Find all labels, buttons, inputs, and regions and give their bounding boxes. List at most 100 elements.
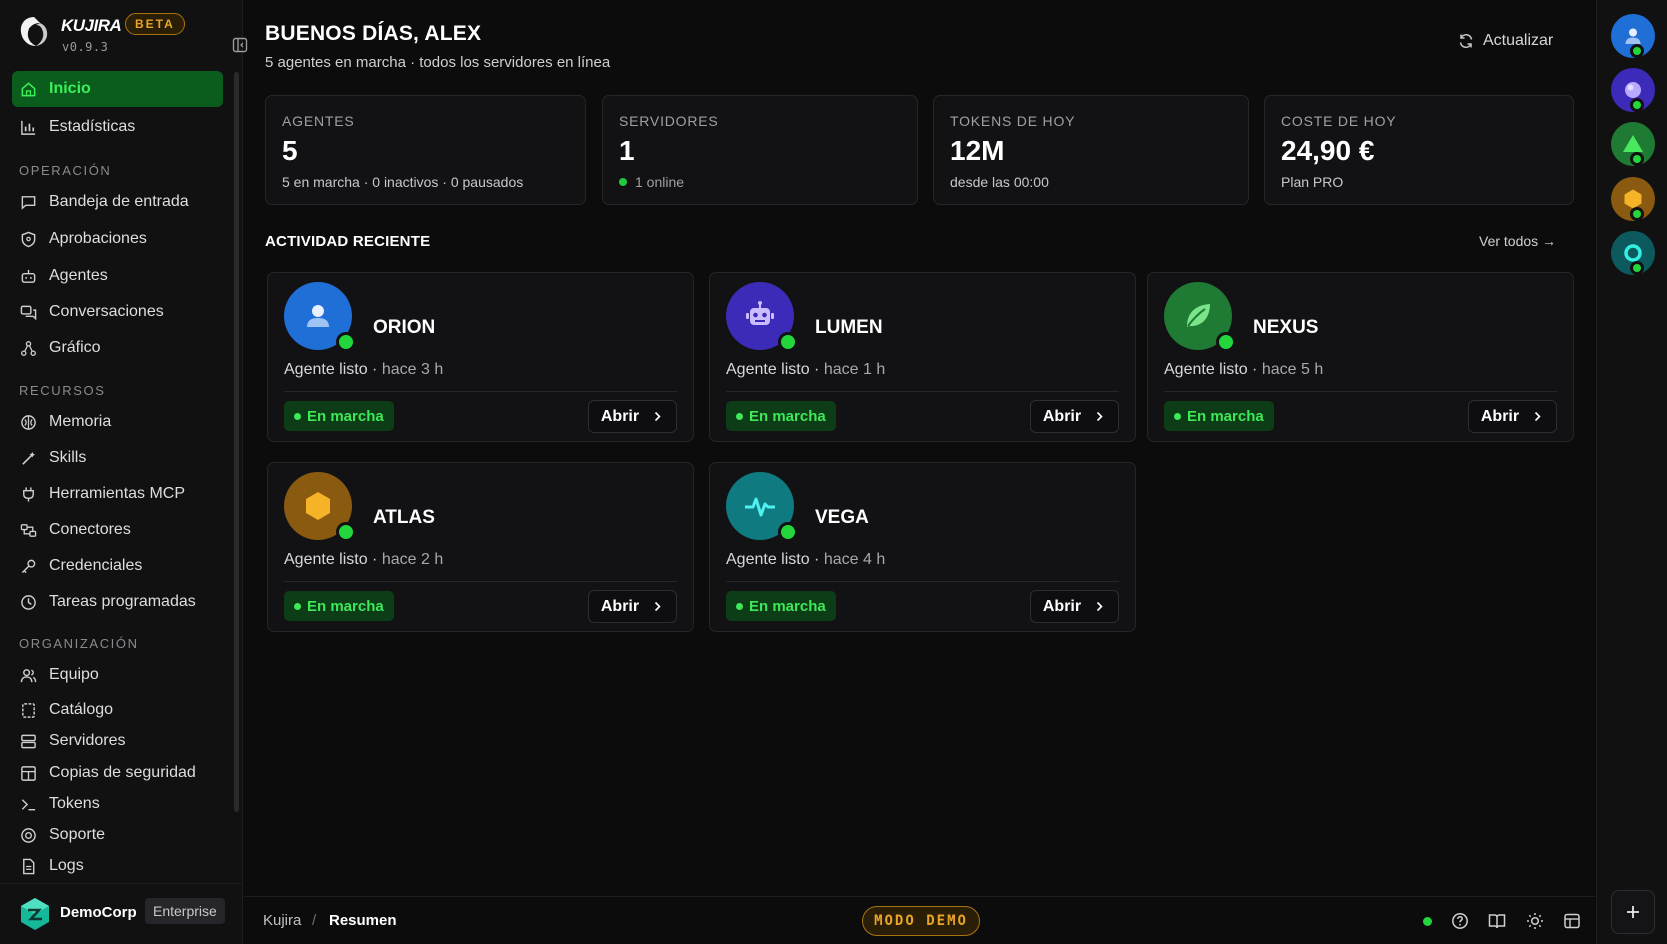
file-icon bbox=[23, 858, 35, 874]
agent-status: Agente listo · hace 3 h bbox=[284, 361, 444, 378]
open-agent-button[interactable]: Abrir bbox=[1030, 400, 1119, 433]
theme-sun-icon[interactable] bbox=[1526, 912, 1544, 930]
rail-online-indicator bbox=[1630, 44, 1644, 58]
catalog-icon bbox=[22, 702, 35, 718]
panel-toggle-icon[interactable] bbox=[1563, 912, 1581, 930]
beta-badge: BETA bbox=[125, 13, 185, 35]
sidebar-item-memoria[interactable]: Memoria bbox=[12, 404, 223, 440]
sidebar-item-grafico[interactable]: Gráfico bbox=[12, 330, 223, 366]
users-icon bbox=[20, 668, 37, 682]
agent-card-vega[interactable]: VEGA Agente listo · hace 4 h En marcha A… bbox=[709, 462, 1136, 632]
sidebar-item-equipo[interactable]: Equipo bbox=[12, 657, 223, 693]
lifebuoy-icon bbox=[21, 827, 36, 843]
sidebar-item-conectores[interactable]: Conectores bbox=[12, 512, 223, 548]
server-icon bbox=[21, 734, 36, 748]
sidebar-item-label: Copias de seguridad bbox=[49, 764, 196, 781]
sidebar-scrollbar[interactable] bbox=[234, 72, 239, 812]
sidebar-item-label: Conectores bbox=[49, 521, 131, 538]
agent-card-lumen[interactable]: LUMEN Agente listo · hace 1 h En marcha … bbox=[709, 272, 1136, 442]
status-dot bbox=[736, 602, 743, 610]
bot-icon bbox=[21, 269, 36, 283]
see-all-link[interactable]: Ver todos → bbox=[1479, 233, 1556, 249]
section-recursos: RECURSOS bbox=[19, 383, 106, 398]
agent-card-atlas[interactable]: ATLAS Agente listo · hace 2 h En marcha … bbox=[267, 462, 694, 632]
agent-name: NEXUS bbox=[1253, 317, 1319, 338]
stat-sub: 5 en marcha · 0 inactivos · 0 pausados bbox=[282, 174, 523, 190]
sidebar-item-label: Catálogo bbox=[49, 701, 114, 718]
sidebar-item-bandeja[interactable]: Bandeja de entrada bbox=[12, 184, 223, 220]
status-badge: En marcha bbox=[284, 591, 394, 621]
sidebar-item-label: Estadísticas bbox=[49, 118, 136, 135]
docs-book-icon[interactable] bbox=[1488, 912, 1506, 930]
status-badge-label: En marcha bbox=[307, 407, 384, 425]
divider bbox=[284, 581, 677, 582]
sidebar-item-credenciales[interactable]: Credenciales bbox=[12, 548, 223, 584]
rail-online-indicator bbox=[1630, 261, 1644, 275]
breadcrumb-root[interactable]: Kujira bbox=[263, 912, 301, 929]
open-agent-button[interactable]: Abrir bbox=[588, 590, 677, 623]
online-indicator bbox=[1216, 332, 1236, 352]
status-badge-label: En marcha bbox=[749, 597, 826, 615]
stat-sub-text: desde las 00:00 bbox=[950, 174, 1049, 190]
link-icon bbox=[20, 523, 37, 537]
status-badge: En marcha bbox=[726, 401, 836, 431]
pulse-icon bbox=[745, 497, 775, 517]
refresh-icon bbox=[1459, 33, 1473, 49]
status-dot bbox=[294, 412, 301, 420]
agent-card-nexus[interactable]: NEXUS Agente listo · hace 5 h En marcha … bbox=[1147, 272, 1574, 442]
open-agent-button[interactable]: Abrir bbox=[588, 400, 677, 433]
sidebar-item-servidores[interactable]: Servidores bbox=[12, 723, 223, 759]
stat-label: COSTE DE HOY bbox=[1281, 113, 1397, 129]
demo-mode-badge: MODO DEMO bbox=[862, 906, 980, 936]
connection-status-dot bbox=[1423, 917, 1432, 926]
agent-status-text: Agente listo bbox=[284, 551, 368, 568]
shield-icon bbox=[21, 231, 36, 247]
sidebar-item-tareas-programadas[interactable]: Tareas programadas bbox=[12, 584, 223, 620]
status-dot bbox=[736, 412, 743, 420]
agent-time: hace 2 h bbox=[381, 551, 444, 568]
sidebar-item-skills[interactable]: Skills bbox=[12, 440, 223, 476]
status-dot bbox=[1174, 412, 1181, 420]
agent-time: hace 5 h bbox=[1261, 361, 1324, 378]
sidebar-item-label: Credenciales bbox=[49, 557, 143, 574]
sidebar-item-estadisticas[interactable]: Estadísticas bbox=[12, 109, 223, 145]
sidebar-item-aprobaciones[interactable]: Aprobaciones bbox=[12, 221, 223, 257]
status-dot bbox=[294, 602, 301, 610]
sidebar-item-logs[interactable]: Logs bbox=[12, 848, 223, 884]
sidebar-item-label: Bandeja de entrada bbox=[49, 193, 189, 210]
open-agent-button[interactable]: Abrir bbox=[1468, 400, 1557, 433]
plug-icon bbox=[23, 486, 34, 502]
add-agent-button[interactable] bbox=[1611, 890, 1655, 934]
sidebar-item-agentes[interactable]: Agentes bbox=[12, 258, 223, 294]
open-label: Abrir bbox=[1042, 597, 1082, 615]
stat-card-tokens: TOKENS DE HOY 12M desde las 00:00 bbox=[933, 95, 1249, 205]
sidebar-item-label: Gráfico bbox=[49, 339, 101, 356]
sidebar-item-conversaciones[interactable]: Conversaciones bbox=[12, 294, 223, 330]
stat-value: 1 bbox=[619, 135, 635, 166]
stat-card-coste: COSTE DE HOY 24,90 € Plan PRO bbox=[1264, 95, 1574, 205]
org-switcher[interactable]: DemoCorp Enterprise bbox=[0, 883, 243, 944]
agent-card-orion[interactable]: ORION Agente listo · hace 3 h En marcha … bbox=[267, 272, 694, 442]
sidebar-item-inicio[interactable]: Inicio bbox=[12, 71, 223, 107]
open-agent-button[interactable]: Abrir bbox=[1030, 590, 1119, 623]
sidebar-item-label: Tareas programadas bbox=[49, 593, 196, 610]
agent-status-text: Agente listo bbox=[1164, 361, 1248, 378]
rail-online-indicator bbox=[1630, 98, 1644, 112]
chevron-right-icon bbox=[1097, 601, 1103, 612]
stat-sub-text: 5 en marcha · 0 inactivos · 0 pausados bbox=[282, 174, 524, 190]
refresh-button[interactable]: Actualizar bbox=[1458, 28, 1553, 54]
agent-name: ATLAS bbox=[373, 507, 435, 528]
leaf-icon bbox=[1187, 304, 1210, 327]
stat-sub: Plan PRO bbox=[1281, 174, 1343, 190]
help-icon[interactable] bbox=[1451, 912, 1469, 930]
divider bbox=[726, 581, 1119, 582]
inbox-icon bbox=[21, 195, 36, 210]
robot-icon bbox=[746, 301, 774, 325]
stat-value: 12M bbox=[950, 135, 1005, 166]
sidebar-item-label: Equipo bbox=[49, 666, 99, 683]
org-name: DemoCorp bbox=[60, 904, 137, 921]
divider bbox=[284, 391, 677, 392]
org-plan-badge: Enterprise bbox=[145, 898, 225, 924]
sidebar-item-herramientas-mcp[interactable]: Herramientas MCP bbox=[12, 476, 223, 512]
chevron-right-icon bbox=[655, 601, 661, 612]
